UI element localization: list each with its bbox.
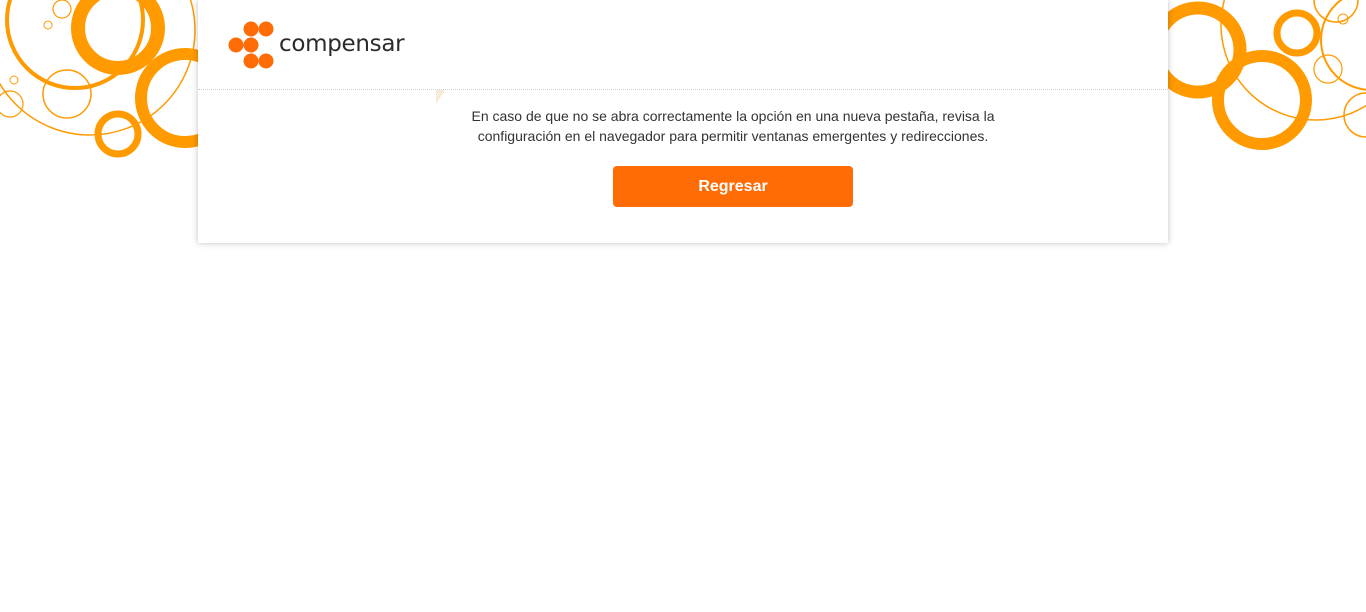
back-button[interactable]: Regresar (613, 166, 853, 207)
right-circles-decoration-icon (1166, 0, 1366, 150)
content-card: compensar En caso de que no se abra corr… (198, 0, 1168, 243)
card-header: compensar (198, 0, 1168, 90)
logo-wordmark: compensar (279, 31, 405, 57)
left-circles-decoration-icon (0, 0, 200, 158)
page: compensar En caso de que no se abra corr… (0, 0, 1366, 612)
compensar-logo: compensar (228, 20, 405, 70)
compensar-dots-logo-icon (228, 21, 274, 69)
corner-fold-decoration (436, 90, 445, 104)
popup-instructions-text: En caso de que no se abra correctamente … (471, 108, 995, 144)
